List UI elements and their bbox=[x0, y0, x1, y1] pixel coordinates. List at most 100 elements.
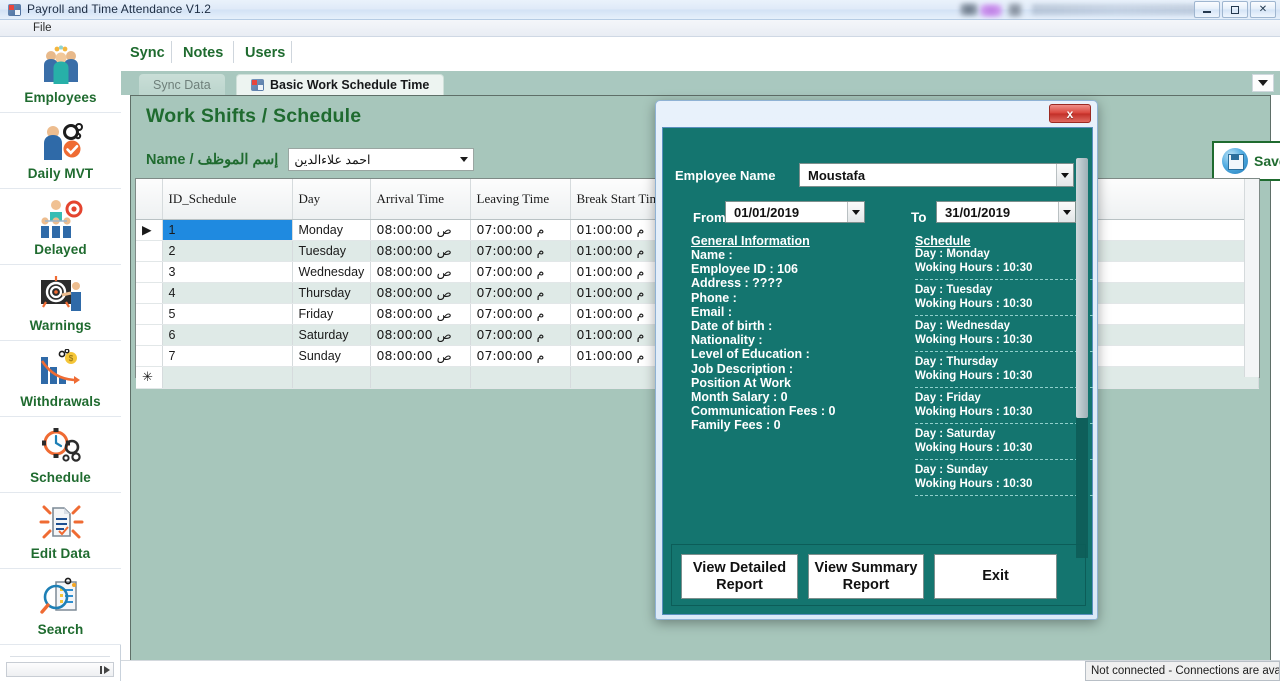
cell-arrival[interactable]: 08:00:00 ص bbox=[370, 240, 471, 262]
view-summary-report-button[interactable]: View Summary Report bbox=[808, 554, 924, 599]
sidebar-item-schedule[interactable]: Schedule bbox=[0, 417, 121, 493]
cell-day[interactable] bbox=[292, 366, 371, 389]
window-tab-icon bbox=[251, 79, 264, 91]
sidebar-item-delayed[interactable]: Delayed bbox=[0, 189, 121, 265]
grid-vertical-scrollbar[interactable] bbox=[1244, 179, 1259, 377]
dialog-from-date-dropdown[interactable]: 01/01/2019 bbox=[725, 201, 865, 223]
schedule-hours: Woking Hours : 10:30 bbox=[915, 477, 1033, 490]
sidebar-item-daily-mvt[interactable]: Daily MVT bbox=[0, 113, 121, 189]
row-selector-cell[interactable] bbox=[136, 345, 163, 367]
menu-item-file[interactable]: File bbox=[33, 22, 52, 34]
cell-leaving[interactable] bbox=[470, 366, 571, 389]
sidebar-item-edit-data[interactable]: Edit Data bbox=[0, 493, 121, 569]
divider bbox=[915, 423, 1093, 424]
window-title: Payroll and Time Attendance V1.2 bbox=[27, 2, 211, 16]
cell-arrival[interactable]: 08:00:00 ص bbox=[370, 261, 471, 283]
column-header-leaving-time[interactable]: Leaving Time bbox=[470, 179, 571, 220]
cell-arrival[interactable]: 08:00:00 ص bbox=[370, 219, 471, 241]
topnav-item-sync[interactable]: Sync bbox=[130, 45, 165, 61]
column-header-arrival-time[interactable]: Arrival Time bbox=[370, 179, 471, 220]
sidebar: Employees Daily MVT Delayed Warnings $ W… bbox=[0, 37, 121, 681]
new-row-marker[interactable]: ✳ bbox=[136, 366, 163, 389]
cell-leaving[interactable]: 07:00:00 م bbox=[470, 324, 571, 346]
exit-button[interactable]: Exit bbox=[934, 554, 1057, 599]
topnav-separator bbox=[291, 41, 292, 63]
cell-day[interactable]: Friday bbox=[292, 303, 371, 325]
cell-day[interactable]: Sunday bbox=[292, 345, 371, 367]
sidebar-horizontal-scrollbar[interactable] bbox=[6, 662, 114, 677]
tab-strip: Sync Data Basic Work Schedule Time bbox=[121, 71, 1280, 95]
dialog-to-date-value: 31/01/2019 bbox=[945, 204, 1011, 220]
cell-arrival[interactable]: 08:00:00 ص bbox=[370, 345, 471, 367]
background-blur-artifact bbox=[960, 3, 978, 16]
column-header-id-schedule[interactable]: ID_Schedule bbox=[162, 179, 293, 220]
dialog-to-date-dropdown[interactable]: 31/01/2019 bbox=[936, 201, 1076, 223]
dialog-titlebar: x bbox=[656, 101, 1097, 127]
cell-id[interactable]: 1 bbox=[162, 219, 293, 241]
sidebar-item-employees[interactable]: Employees bbox=[0, 37, 121, 113]
cell-id[interactable]: 2 bbox=[162, 240, 293, 262]
view-detailed-report-button[interactable]: View Detailed Report bbox=[681, 554, 798, 599]
cell-id[interactable]: 4 bbox=[162, 282, 293, 304]
cell-id[interactable]: 6 bbox=[162, 324, 293, 346]
schedule-list: Day : Monday Woking Hours : 10:30 Day : … bbox=[915, 248, 1093, 500]
schedule-day: Day : Sunday bbox=[915, 464, 988, 476]
sidebar-item-label: Withdrawals bbox=[20, 393, 101, 409]
divider bbox=[915, 315, 1093, 316]
dialog-employee-name-dropdown[interactable]: Moustafa bbox=[799, 163, 1074, 187]
row-selector-cell[interactable] bbox=[136, 303, 163, 325]
save-button[interactable]: Save/حفظ bbox=[1212, 141, 1280, 181]
employee-name-dropdown[interactable]: احمد علاءالدين bbox=[288, 148, 475, 171]
cell-arrival[interactable] bbox=[370, 366, 471, 389]
row-selector-cell[interactable] bbox=[136, 261, 163, 283]
app-window-icon bbox=[8, 4, 21, 16]
cell-leaving[interactable]: 07:00:00 م bbox=[470, 303, 571, 325]
cell-id[interactable]: 7 bbox=[162, 345, 293, 367]
row-selector-cell[interactable] bbox=[136, 282, 163, 304]
background-blur-artifact bbox=[1008, 3, 1022, 17]
cell-day[interactable]: Thursday bbox=[292, 282, 371, 304]
tab-sync-data[interactable]: Sync Data bbox=[139, 74, 225, 95]
list-item: Position At Work bbox=[691, 375, 791, 390]
topnav-item-notes[interactable]: Notes bbox=[183, 45, 223, 61]
cell-id[interactable]: 5 bbox=[162, 303, 293, 325]
employee-name-label: Name / إسم الموظف bbox=[146, 152, 278, 168]
cell-day[interactable]: Monday bbox=[292, 219, 371, 241]
cell-leaving[interactable]: 07:00:00 م bbox=[470, 345, 571, 367]
cell-day[interactable]: Tuesday bbox=[292, 240, 371, 262]
row-selector-cell[interactable] bbox=[136, 240, 163, 262]
tab-overflow-button[interactable] bbox=[1252, 74, 1274, 92]
cell-day[interactable]: Saturday bbox=[292, 324, 371, 346]
row-selector-cell[interactable]: ▶ bbox=[136, 219, 163, 241]
sidebar-item-search[interactable]: Search bbox=[0, 569, 121, 645]
cell-leaving[interactable]: 07:00:00 م bbox=[470, 219, 571, 241]
maximize-icon[interactable] bbox=[1222, 1, 1248, 18]
cell-leaving[interactable]: 07:00:00 م bbox=[470, 240, 571, 262]
column-header-day[interactable]: Day bbox=[292, 179, 371, 220]
svg-text:$: $ bbox=[68, 354, 73, 363]
cell-arrival[interactable]: 08:00:00 ص bbox=[370, 282, 471, 304]
sidebar-item-warnings[interactable]: Warnings bbox=[0, 265, 121, 341]
general-information-list: Name : Employee ID : 106 Address : ???? … bbox=[691, 248, 891, 433]
cell-arrival[interactable]: 08:00:00 ص bbox=[370, 303, 471, 325]
dialog-close-icon[interactable]: x bbox=[1049, 104, 1091, 123]
cell-leaving[interactable]: 07:00:00 م bbox=[470, 282, 571, 304]
chevron-down-icon bbox=[1058, 202, 1075, 222]
divider bbox=[915, 351, 1093, 352]
cell-id[interactable]: 3 bbox=[162, 261, 293, 283]
list-item: Communication Fees : 0 bbox=[691, 404, 836, 419]
cell-arrival[interactable]: 08:00:00 ص bbox=[370, 324, 471, 346]
cell-id[interactable] bbox=[162, 366, 293, 389]
row-selector-cell[interactable] bbox=[136, 324, 163, 346]
sidebar-item-label: Employees bbox=[24, 89, 97, 105]
dialog-vertical-scrollbar[interactable] bbox=[1076, 158, 1088, 558]
topnav-item-users[interactable]: Users bbox=[245, 45, 285, 61]
list-item: Phone : bbox=[691, 290, 737, 305]
cell-leaving[interactable]: 07:00:00 م bbox=[470, 261, 571, 283]
minimize-icon[interactable] bbox=[1194, 1, 1220, 18]
close-icon[interactable]: ✕ bbox=[1250, 1, 1276, 18]
topnav-separator bbox=[171, 41, 172, 63]
tab-basic-work-schedule-time[interactable]: Basic Work Schedule Time bbox=[236, 74, 445, 95]
sidebar-item-withdrawals[interactable]: $ Withdrawals bbox=[0, 341, 121, 417]
cell-day[interactable]: Wednesday bbox=[292, 261, 371, 283]
